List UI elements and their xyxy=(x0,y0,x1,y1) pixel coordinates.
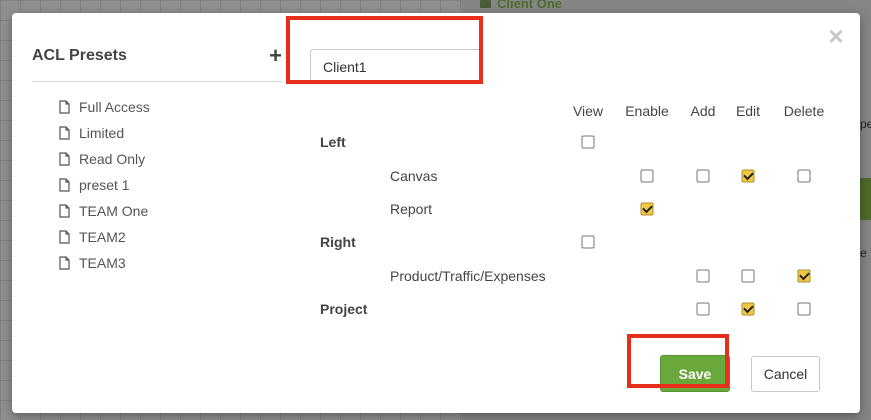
checkbox-enable[interactable] xyxy=(640,202,654,216)
folder-icon xyxy=(480,0,491,8)
document-icon xyxy=(57,178,71,192)
permission-row-label: Left xyxy=(320,134,346,150)
document-icon xyxy=(57,100,71,114)
preset-item-label: Full Access xyxy=(79,99,150,115)
permission-row-label: Report xyxy=(390,201,433,217)
background-text-fragment: pe xyxy=(860,117,871,131)
permission-row-label: Right xyxy=(320,234,356,250)
document-icon xyxy=(57,256,71,270)
acl-presets-sidebar: ACL Presets + Full Access Limited Read Onl… xyxy=(32,43,282,276)
checkbox-add[interactable] xyxy=(696,169,710,183)
preset-item[interactable]: TEAM3 xyxy=(32,250,282,276)
highlight-box-name-input xyxy=(286,16,483,84)
column-header-enable: Enable xyxy=(625,103,669,119)
checkbox-delete[interactable] xyxy=(797,302,811,316)
checkbox-edit[interactable] xyxy=(741,269,755,283)
background-client-label: Client One xyxy=(480,0,562,11)
checkbox-add[interactable] xyxy=(696,302,710,316)
permission-row-label: Canvas xyxy=(390,168,438,184)
checkbox-view[interactable] xyxy=(581,135,595,149)
preset-item-label: TEAM One xyxy=(79,203,149,219)
preset-list: Full Access Limited Read Only preset 1 TEAM … xyxy=(32,94,282,276)
preset-item[interactable]: Limited xyxy=(32,120,282,146)
sidebar-title: ACL Presets xyxy=(32,47,127,64)
preset-item-label: preset 1 xyxy=(79,177,130,193)
column-header-add: Add xyxy=(690,103,716,119)
cancel-button[interactable]: Cancel xyxy=(751,356,820,392)
document-icon xyxy=(57,126,71,140)
checkbox-edit[interactable] xyxy=(741,302,755,316)
preset-item-label: TEAM3 xyxy=(79,255,126,271)
document-icon xyxy=(57,230,71,244)
preset-item[interactable]: TEAM2 xyxy=(32,224,282,250)
preset-item-label: Read Only xyxy=(79,151,146,167)
checkbox-add[interactable] xyxy=(696,269,710,283)
column-header-edit: Edit xyxy=(735,103,761,119)
document-icon xyxy=(57,204,71,218)
preset-item-label: TEAM2 xyxy=(79,229,126,245)
column-header-view: View xyxy=(572,103,604,119)
highlight-box-save xyxy=(627,334,729,388)
checkbox-view[interactable] xyxy=(581,235,595,249)
preset-item-label: Limited xyxy=(79,125,125,141)
permission-row-label: Product/Traffic/Expenses xyxy=(390,268,546,284)
background-green-bar xyxy=(860,178,871,220)
preset-item[interactable]: Read Only xyxy=(32,146,282,172)
background-text-fragment: e xyxy=(860,246,867,260)
permission-row-label: Project xyxy=(320,301,368,317)
preset-item[interactable]: Full Access xyxy=(32,94,282,120)
checkbox-enable[interactable] xyxy=(640,169,654,183)
plus-icon[interactable]: + xyxy=(269,45,282,67)
preset-item[interactable]: preset 1 xyxy=(32,172,282,198)
checkbox-delete[interactable] xyxy=(797,169,811,183)
document-icon xyxy=(57,152,71,166)
column-header-delete: Delete xyxy=(783,103,825,119)
sidebar-header: ACL Presets + xyxy=(32,43,282,82)
checkbox-delete[interactable] xyxy=(797,269,811,283)
preset-item[interactable]: TEAM One xyxy=(32,198,282,224)
close-icon[interactable]: × xyxy=(825,23,847,49)
checkbox-edit[interactable] xyxy=(741,169,755,183)
